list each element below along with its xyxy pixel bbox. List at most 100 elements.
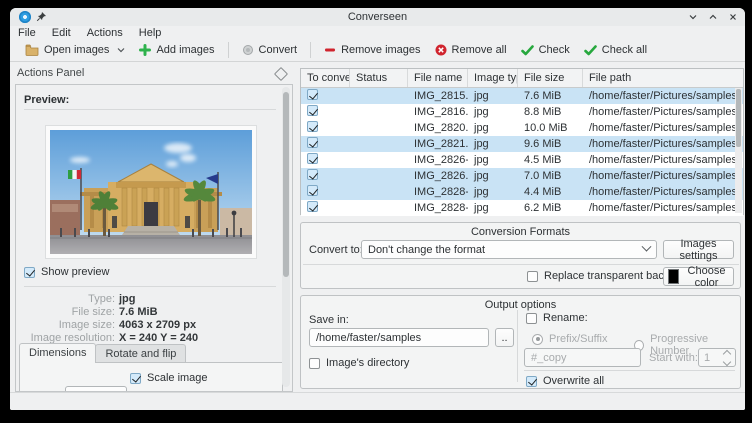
preview-image	[45, 125, 257, 259]
images-directory-checkbox[interactable]: Image's directory	[309, 357, 409, 369]
row-checkbox[interactable]	[307, 137, 318, 148]
table-cell-to-convert	[301, 121, 350, 135]
row-checkbox[interactable]	[307, 201, 318, 212]
panel-scrollbar[interactable]	[282, 87, 290, 387]
prefix-suffix-radio[interactable]: Prefix/Suffix	[532, 333, 608, 345]
check-icon	[584, 45, 597, 56]
table-cell-filesize: 10.0 MiB	[518, 122, 583, 134]
table-cell-imagetype: jpg	[468, 122, 518, 134]
toolbar-button-label: Open images	[44, 44, 109, 56]
table-cell-to-convert	[301, 153, 350, 167]
table-cell-filesize: 7.0 MiB	[518, 170, 583, 182]
menu-item-actions[interactable]: Actions	[87, 27, 123, 39]
metadata-value: 7.6 MiB	[119, 306, 158, 319]
row-checkbox[interactable]	[307, 153, 318, 164]
table-cell-filesize: 4.4 MiB	[518, 186, 583, 198]
close-button[interactable]	[726, 10, 739, 23]
table-cell-imagetype: jpg	[468, 202, 518, 214]
toolbar: Open images Add images Convert Remove image…	[10, 39, 745, 62]
table-row[interactable]: IMG_2815.jpgjpg7.6 MiB/home/faster/Pictu…	[301, 88, 743, 104]
column-header-image-type[interactable]: Image type	[468, 69, 518, 87]
chevron-down-icon	[642, 242, 652, 252]
table-row[interactable]: IMG_2828-3.jpgjpg6.2 MiB/home/faster/Pic…	[301, 200, 743, 216]
tab-dimensions[interactable]: Dimensions	[19, 343, 96, 363]
menu-item-file[interactable]: File	[18, 27, 36, 39]
table-body: IMG_2815.jpgjpg7.6 MiB/home/faster/Pictu…	[301, 88, 743, 216]
save-path-input[interactable]: /home/faster/samples	[309, 328, 489, 347]
table-cell-imagetype: jpg	[468, 186, 518, 198]
table-row[interactable]: IMG_2821.jpgjpg9.6 MiB/home/faster/Pictu…	[301, 136, 743, 152]
convert-button[interactable]: Convert	[235, 42, 305, 58]
chevron-down-icon	[117, 44, 125, 56]
remove-all-button[interactable]: Remove all	[428, 42, 514, 58]
show-preview-checkbox[interactable]: Show preview	[24, 266, 109, 278]
format-select[interactable]: Don't change the format	[361, 240, 657, 259]
toolbar-button-label: Remove all	[452, 44, 507, 56]
table-row[interactable]: IMG_2826-Mo...jpg4.5 MiB/home/faster/Pic…	[301, 152, 743, 168]
row-checkbox[interactable]	[307, 169, 318, 180]
window-title: Converseen	[10, 11, 745, 23]
app-window: Converseen File Edit Actions Help Open imag…	[10, 8, 745, 410]
column-header-file-size[interactable]: File size	[518, 69, 583, 87]
table-cell-imagetype: jpg	[468, 106, 518, 118]
metadata-value: jpg	[119, 293, 136, 306]
row-checkbox[interactable]	[307, 89, 318, 100]
table-row[interactable]: IMG_2820.jpgjpg10.0 MiB/home/faster/Pict…	[301, 120, 743, 136]
table-cell-filepath: /home/faster/Pictures/samples	[583, 170, 743, 182]
maximize-button[interactable]	[706, 10, 719, 23]
minimize-button[interactable]	[686, 10, 699, 23]
table-cell-filename: IMG_2826.jpg	[408, 170, 468, 182]
actions-panel-body: Preview:	[15, 84, 293, 392]
table-cell-to-convert	[301, 137, 350, 151]
metadata-row: File size:7.6 MiB	[16, 306, 276, 319]
table-row[interactable]: IMG_2828-2.jpgjpg4.4 MiB/home/faster/Pic…	[301, 184, 743, 200]
table-row[interactable]: IMG_2816.jpgjpg8.8 MiB/home/faster/Pictu…	[301, 104, 743, 120]
table-cell-filepath: /home/faster/Pictures/samples	[583, 154, 743, 166]
table-cell-filename: IMG_2816.jpg	[408, 106, 468, 118]
actions-panel: Actions Panel Preview:	[10, 62, 298, 392]
scale-image-checkbox[interactable]: Scale image	[130, 372, 208, 384]
tab-rotate-and-flip[interactable]: Rotate and flip	[95, 344, 186, 363]
rename-checkbox[interactable]: Rename:	[526, 312, 588, 324]
column-header-file-path[interactable]: File path	[583, 69, 743, 87]
save-in-label: Save in:	[309, 314, 349, 326]
check-all-button[interactable]: Check all	[577, 42, 654, 58]
start-with-label: Start with:	[649, 352, 698, 364]
images-settings-button[interactable]: Images settings	[663, 240, 734, 259]
metadata-value: 4063 x 2709 px	[119, 319, 196, 332]
color-swatch	[668, 269, 679, 284]
table-row[interactable]: IMG_2826.jpgjpg7.0 MiB/home/faster/Pictu…	[301, 168, 743, 184]
group-title: Output options	[301, 299, 740, 311]
rename-pattern-input[interactable]: #_copy	[524, 348, 641, 367]
menu-item-edit[interactable]: Edit	[52, 27, 71, 39]
spinner-arrows-icon[interactable]	[724, 351, 730, 365]
table-header: To convertStatusFile nameImage typeFile …	[301, 69, 743, 88]
overwrite-all-checkbox[interactable]: Overwrite all	[526, 375, 604, 387]
start-with-spinner[interactable]: 1	[698, 348, 736, 367]
table-cell-imagetype: jpg	[468, 90, 518, 102]
table-cell-filename: IMG_2828-2.jpg	[408, 186, 468, 198]
minus-icon	[324, 44, 336, 56]
column-header-file-name[interactable]: File name	[408, 69, 468, 87]
dimension-tabs: DimensionsRotate and flip	[19, 344, 185, 363]
column-header-to-convert[interactable]: To convert	[301, 69, 350, 87]
row-checkbox[interactable]	[307, 121, 318, 132]
files-table: To convertStatusFile nameImage typeFile …	[300, 68, 744, 215]
table-scrollbar[interactable]	[735, 88, 742, 213]
titlebar[interactable]: Converseen	[10, 8, 745, 26]
row-checkbox[interactable]	[307, 185, 318, 196]
choose-color-button[interactable]: Choose color	[663, 267, 734, 286]
table-cell-filepath: /home/faster/Pictures/samples	[583, 122, 743, 134]
metadata-label: Image size:	[16, 319, 115, 332]
check-button[interactable]: Check	[514, 42, 577, 58]
column-header-status[interactable]: Status	[350, 69, 408, 87]
browse-button[interactable]: ..	[495, 328, 514, 347]
row-checkbox[interactable]	[307, 105, 318, 116]
float-panel-icon[interactable]	[274, 67, 288, 81]
menu-item-help[interactable]: Help	[139, 27, 162, 39]
remove-images-button[interactable]: Remove images	[317, 42, 427, 58]
open-images-button[interactable]: Open images	[18, 42, 132, 58]
table-cell-filepath: /home/faster/Pictures/samples	[583, 186, 743, 198]
add-images-button[interactable]: Add images	[132, 42, 221, 58]
actions-panel-titlebar[interactable]: Actions Panel	[10, 66, 298, 82]
